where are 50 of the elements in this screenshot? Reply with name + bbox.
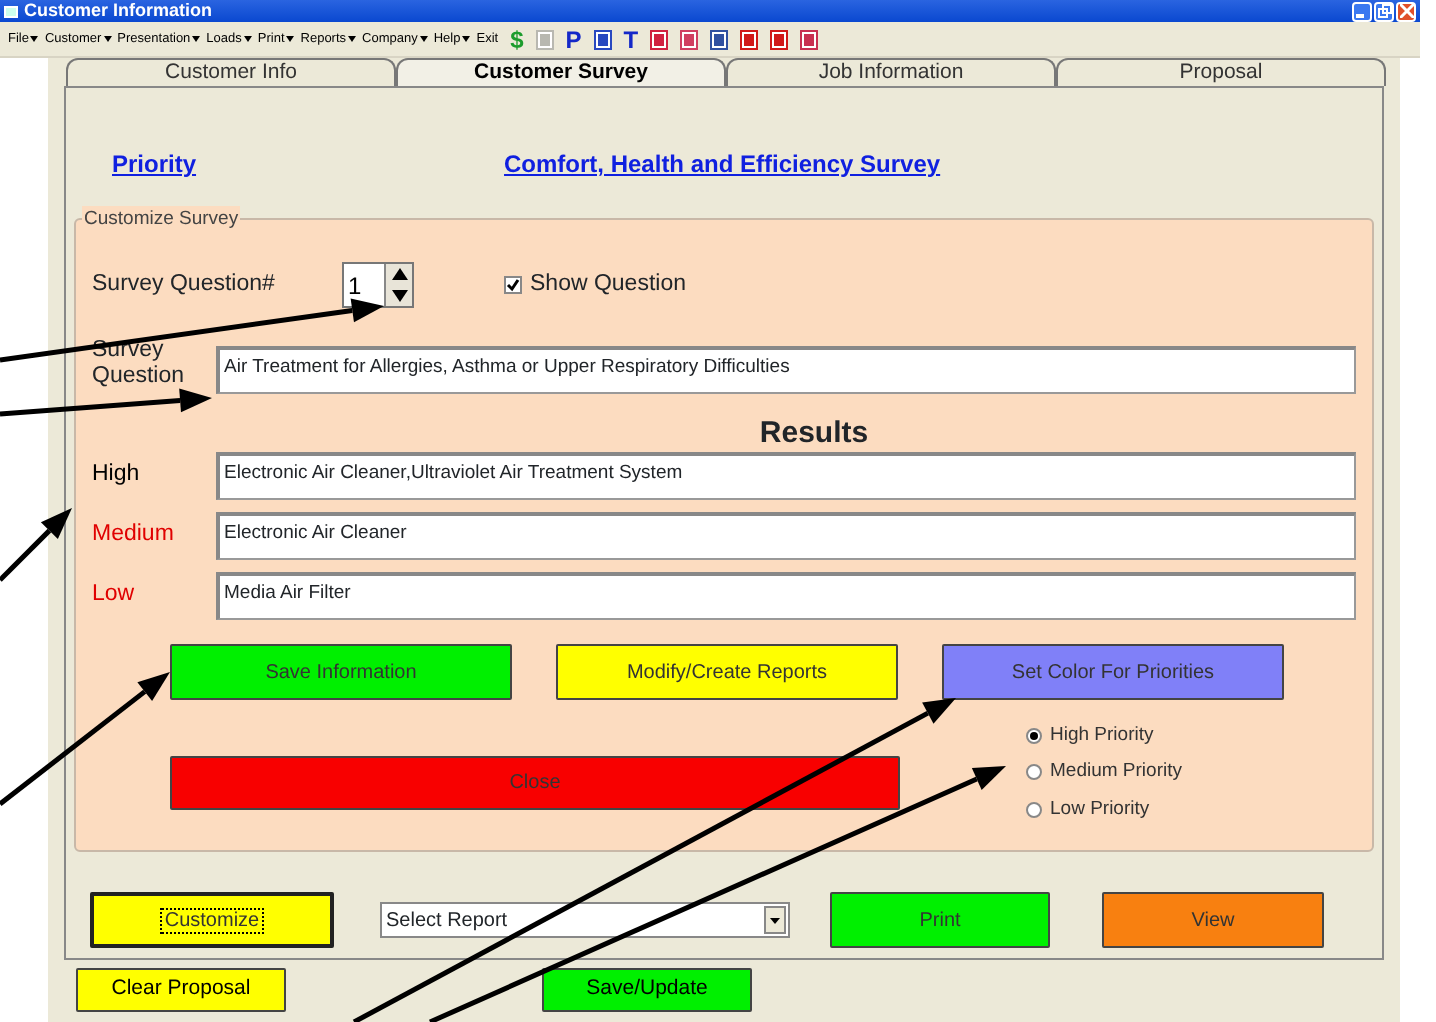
- priority-radio[interactable]: Medium Priority: [1026, 758, 1182, 787]
- field-label: Survey Question#: [92, 269, 277, 300]
- results-heading: Results: [757, 416, 871, 452]
- restore-icon: [1377, 4, 1391, 18]
- toolbar-glyph[interactable]: T: [623, 27, 639, 51]
- toolbar-glyph[interactable]: P: [565, 27, 582, 51]
- action-button[interactable]: Save Information: [170, 644, 512, 700]
- result-field[interactable]: Electronic Air Cleaner: [216, 512, 1356, 560]
- document-icon[interactable]: [800, 29, 819, 49]
- footer-button[interactable]: Clear Proposal: [76, 968, 286, 1012]
- customize-button[interactable]: Customize: [90, 892, 334, 948]
- question-number-spinner[interactable]: 1: [342, 262, 414, 308]
- result-field[interactable]: Media Air Filter: [216, 572, 1356, 620]
- close-button[interactable]: [1396, 1, 1416, 21]
- minimize-button[interactable]: [1352, 1, 1372, 21]
- priority-link[interactable]: Priority: [112, 146, 197, 182]
- view-button[interactable]: View: [1102, 892, 1324, 948]
- checkbox-label: Show Question: [530, 269, 686, 300]
- action-button[interactable]: Modify/Create Reports: [556, 644, 898, 700]
- document-icon[interactable]: [593, 29, 612, 49]
- tab[interactable]: Customer Info: [66, 58, 396, 86]
- report-select[interactable]: Select Report: [380, 902, 790, 938]
- dropdown-icon[interactable]: [770, 917, 780, 923]
- result-field[interactable]: Electronic Air Cleaner,Ultraviolet Air Treatment System: [216, 452, 1356, 500]
- document-icon[interactable]: [710, 29, 729, 49]
- document-icon[interactable]: [770, 29, 789, 49]
- document-icon[interactable]: [680, 29, 699, 49]
- tab[interactable]: Job Information: [726, 58, 1056, 86]
- close-icon: [1399, 4, 1413, 18]
- show-question-checkbox[interactable]: [504, 276, 522, 294]
- tab[interactable]: Proposal: [1056, 58, 1386, 86]
- action-button[interactable]: Set Color For Priorities: [942, 644, 1284, 700]
- window-icon: [4, 5, 18, 17]
- document-icon[interactable]: [740, 29, 759, 49]
- priority-radio[interactable]: Low Priority: [1026, 795, 1182, 824]
- priority-label: Low: [92, 580, 137, 611]
- survey-question-field[interactable]: Air Treatment for Allergies, Asthma or Upper Respiratory Difficulties: [216, 346, 1356, 394]
- priority-radio[interactable]: High Priority: [1026, 722, 1182, 751]
- print-button[interactable]: Print: [830, 892, 1050, 948]
- priority-label: High: [92, 460, 142, 491]
- up-icon[interactable]: [389, 268, 409, 281]
- restore-button[interactable]: [1374, 1, 1394, 21]
- window-title: Customer Information: [24, 0, 213, 22]
- document-icon[interactable]: [650, 29, 669, 49]
- survey-title-link[interactable]: Comfort, Health and Efficiency Survey: [504, 146, 941, 182]
- tab[interactable]: Customer Survey: [396, 58, 726, 86]
- priority-label: Medium: [92, 520, 176, 551]
- down-icon[interactable]: [389, 289, 409, 302]
- arrow: [0, 508, 72, 582]
- footer-button[interactable]: Save/Update: [542, 968, 752, 1012]
